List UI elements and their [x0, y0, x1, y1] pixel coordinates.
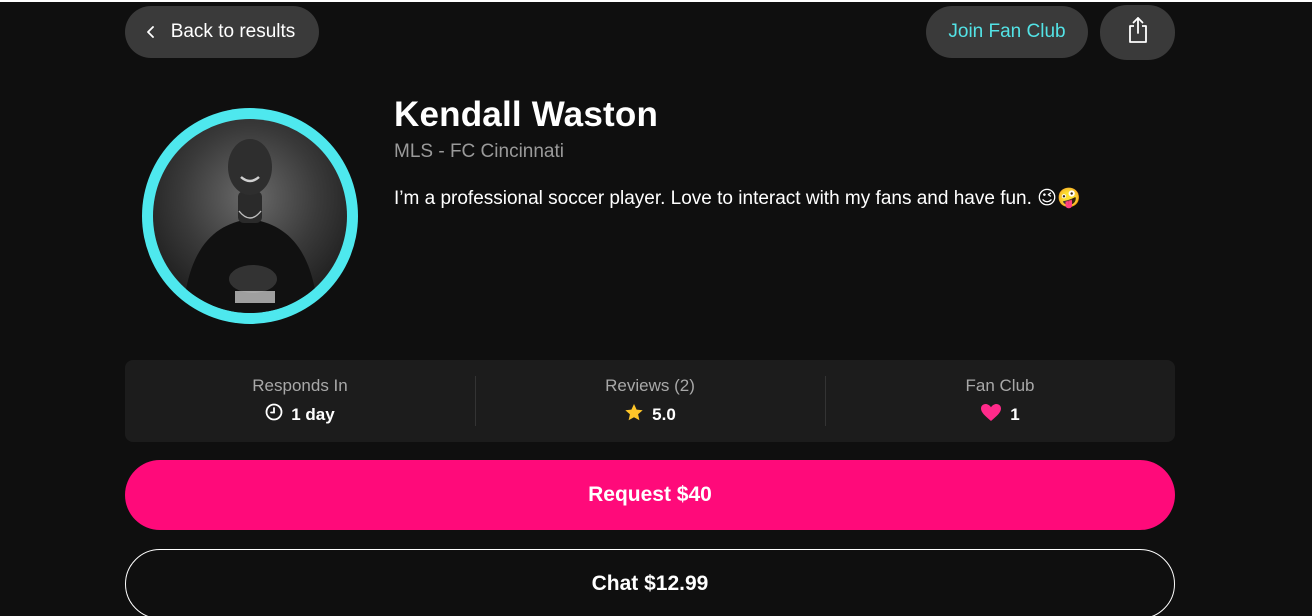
stat-value-row: 5.0	[624, 403, 676, 427]
stat-value-row: 1 day	[265, 403, 335, 426]
profile-league: MLS - FC Cincinnati	[394, 141, 564, 162]
stat-label: Reviews (2)	[605, 375, 695, 395]
share-button[interactable]	[1100, 5, 1175, 60]
stat-label: Fan Club	[965, 375, 1035, 395]
clock-icon	[265, 403, 283, 426]
profile-name: Kendall Waston	[394, 95, 659, 134]
stat-label: Responds In	[252, 376, 348, 395]
profile-page: Back to results Join Fan Club Kendall Wa…	[0, 0, 1312, 616]
share-icon	[1126, 16, 1150, 49]
chat-button[interactable]: Chat $12.99	[125, 549, 1175, 616]
stats-panel: Responds In 1 day Reviews (2) 5.0 Fan Cl…	[125, 360, 1175, 442]
star-icon	[624, 403, 644, 427]
back-button-label: Back to results	[170, 21, 296, 42]
chat-button-label: Chat $12.99	[591, 572, 709, 595]
back-to-results-button[interactable]: Back to results	[125, 6, 319, 58]
request-button-label: Request $40	[588, 483, 712, 506]
join-fan-club-label: Join Fan Club	[948, 21, 1066, 42]
stat-reviews[interactable]: Reviews (2) 5.0	[475, 360, 825, 442]
heart-icon	[980, 403, 1002, 427]
chevron-left-icon	[145, 26, 157, 38]
stat-value-row: 1	[980, 403, 1020, 427]
avatar-ring	[142, 108, 358, 324]
top-divider	[0, 0, 1312, 2]
stat-fan-club: Fan Club 1	[825, 360, 1175, 442]
join-fan-club-button[interactable]: Join Fan Club	[926, 6, 1088, 58]
profile-bio: I’m a professional soccer player. Love t…	[394, 188, 1081, 209]
stat-value: 1	[1010, 404, 1020, 424]
stat-value: 1 day	[291, 404, 335, 424]
stat-responds-in: Responds In 1 day	[125, 360, 475, 442]
request-button[interactable]: Request $40	[125, 460, 1175, 530]
stat-value: 5.0	[652, 404, 676, 424]
avatar	[153, 119, 347, 313]
